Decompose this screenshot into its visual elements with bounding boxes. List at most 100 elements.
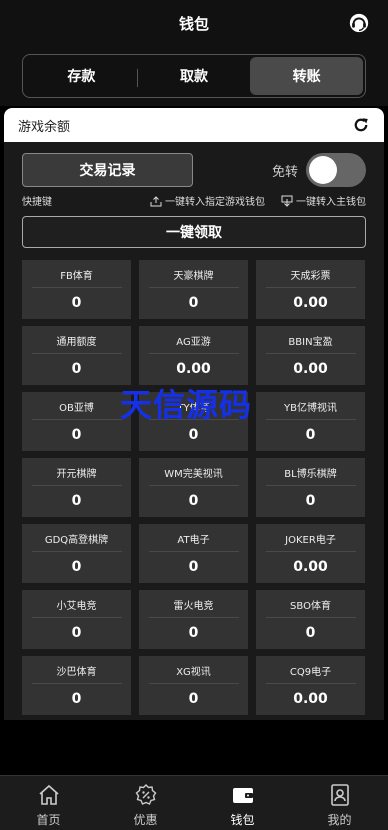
tab-transfer[interactable]: 转账	[250, 57, 364, 95]
tab-label: 存款	[67, 69, 96, 85]
game-balance-card[interactable]: AT电子 0	[139, 524, 248, 583]
transfer-to-game-link[interactable]: 一键转入指定游戏钱包	[150, 193, 265, 208]
game-name: WM完美视讯	[164, 469, 223, 480]
button-label: 一键领取	[166, 225, 222, 241]
discount-icon	[135, 784, 156, 805]
nav-wallet[interactable]: 钱包	[194, 776, 291, 830]
game-balance-value: 0	[71, 559, 82, 575]
tabs-container: 存款 取款 转账	[0, 46, 388, 106]
game-name: JOKER电子	[285, 535, 336, 546]
tab-withdraw[interactable]: 取款	[138, 57, 251, 95]
card-divider	[265, 287, 356, 288]
card-divider	[148, 617, 239, 618]
tab-deposit[interactable]: 存款	[25, 57, 138, 95]
card-divider	[31, 551, 122, 552]
game-balance-value: 0	[188, 493, 199, 509]
nav-label: 优惠	[133, 813, 158, 827]
game-balance-value: 0	[71, 427, 82, 443]
game-balance-value: 0	[188, 559, 199, 575]
game-balance-value: 0	[188, 691, 199, 707]
customer-service-icon[interactable]	[348, 12, 370, 34]
card-divider	[31, 683, 122, 684]
card-divider	[148, 485, 239, 486]
actions-row: 交易记录 免转	[4, 142, 384, 187]
shortcut-label: 快捷键	[22, 197, 52, 208]
card-divider	[265, 683, 356, 684]
one-click-collect-button[interactable]: 一键领取	[22, 216, 366, 248]
game-balance-value: 0	[71, 493, 82, 509]
game-name: 天豪棋牌	[173, 271, 214, 282]
download-icon	[281, 195, 293, 207]
game-balance-card[interactable]: JOKER电子 0.00	[256, 524, 365, 583]
game-balance-card[interactable]: BBIN宝盈 0.00	[256, 326, 365, 385]
game-balance-card[interactable]: 天成彩票 0.00	[256, 260, 365, 319]
game-balance-card[interactable]: OB亚博 0	[22, 392, 131, 451]
card-divider	[148, 353, 239, 354]
game-name: YB亿博视讯	[284, 403, 337, 414]
shortcut-links: 一键转入指定游戏钱包 一键转入主钱包	[150, 193, 366, 208]
nav-promotions[interactable]: 优惠	[97, 776, 194, 830]
upload-icon	[150, 195, 162, 206]
game-name: 开元棋牌	[56, 469, 97, 480]
card-divider	[148, 551, 239, 552]
refresh-icon[interactable]	[352, 116, 370, 134]
transaction-records-button[interactable]: 交易记录	[22, 153, 193, 187]
game-balance-value: 0	[305, 625, 316, 641]
free-transfer-label: 免转	[271, 164, 298, 180]
game-balance-card[interactable]: 天豪棋牌 0	[139, 260, 248, 319]
watermark: 天信源码	[120, 386, 253, 424]
game-name: 通用额度	[56, 337, 97, 348]
game-balance-value: 0.00	[293, 361, 328, 377]
game-balance-value: 0.00	[293, 295, 328, 311]
profile-icon	[330, 784, 349, 806]
game-balance-value: 0	[188, 625, 199, 641]
transfer-to-main-link[interactable]: 一键转入主钱包	[281, 193, 366, 208]
game-balance-card[interactable]: 通用额度 0	[22, 326, 131, 385]
game-balance-card[interactable]: 开元棋牌 0	[22, 458, 131, 517]
game-name: FB体育	[60, 271, 93, 282]
card-divider	[265, 353, 356, 354]
game-balance-card[interactable]: AG亚游 0.00	[139, 326, 248, 385]
game-balance-card[interactable]: CQ9电子 0.00	[256, 656, 365, 715]
game-balance-card[interactable]: 沙巴体育 0	[22, 656, 131, 715]
wallet-tabs: 存款 取款 转账	[22, 54, 366, 98]
game-balance-value: 0.00	[176, 361, 211, 377]
game-balance-card[interactable]: FB体育 0	[22, 260, 131, 319]
nav-home[interactable]: 首页	[0, 776, 97, 830]
game-name: CQ9电子	[289, 667, 332, 678]
nav-label: 钱包	[230, 813, 255, 827]
panel-header: 游戏余额	[4, 108, 384, 142]
nav-profile[interactable]: 我的	[291, 776, 388, 830]
game-balance-card[interactable]: 小艾电竞 0	[22, 590, 131, 649]
game-name: 沙巴体育	[56, 667, 97, 678]
link-label: 一键转入主钱包	[296, 197, 366, 208]
game-balance-value: 0	[188, 295, 199, 311]
game-balance-card[interactable]: YB亿博视讯 0	[256, 392, 365, 451]
game-balance-card[interactable]: BL博乐棋牌 0	[256, 458, 365, 517]
game-balance-value: 0	[71, 295, 82, 311]
game-balance-card[interactable]: GDQ高登棋牌 0	[22, 524, 131, 583]
game-balance-card[interactable]: WM完美视讯 0	[139, 458, 248, 517]
game-name: 天成彩票	[290, 271, 331, 282]
top-bar: 钱包	[0, 0, 388, 46]
card-divider	[148, 683, 239, 684]
game-balance-card[interactable]: SBO体育 0	[256, 590, 365, 649]
game-balance-value: 0	[71, 361, 82, 377]
tab-label: 取款	[180, 69, 208, 85]
card-divider	[265, 485, 356, 486]
game-balance-value: 0.00	[293, 559, 328, 575]
game-balance-card[interactable]: 雷火电竞 0	[139, 590, 248, 649]
card-divider	[31, 485, 122, 486]
button-label: 交易记录	[79, 163, 136, 179]
game-name: BL博乐棋牌	[284, 469, 337, 480]
game-name: OB亚博	[59, 403, 94, 414]
game-balance-value: 0.00	[293, 691, 328, 707]
game-balance-card[interactable]: XG视讯 0	[139, 656, 248, 715]
free-transfer-toggle[interactable]	[306, 153, 366, 187]
free-transfer: 免转	[272, 153, 366, 187]
bottom-nav: 首页 优惠 钱包 我的	[0, 775, 388, 830]
card-divider	[148, 287, 239, 288]
shortcut-row: 快捷键 一键转入指定游戏钱包 一键转入主钱包	[4, 187, 384, 208]
link-label: 一键转入指定游戏钱包	[165, 197, 265, 208]
game-balance-value: 0	[305, 427, 316, 443]
